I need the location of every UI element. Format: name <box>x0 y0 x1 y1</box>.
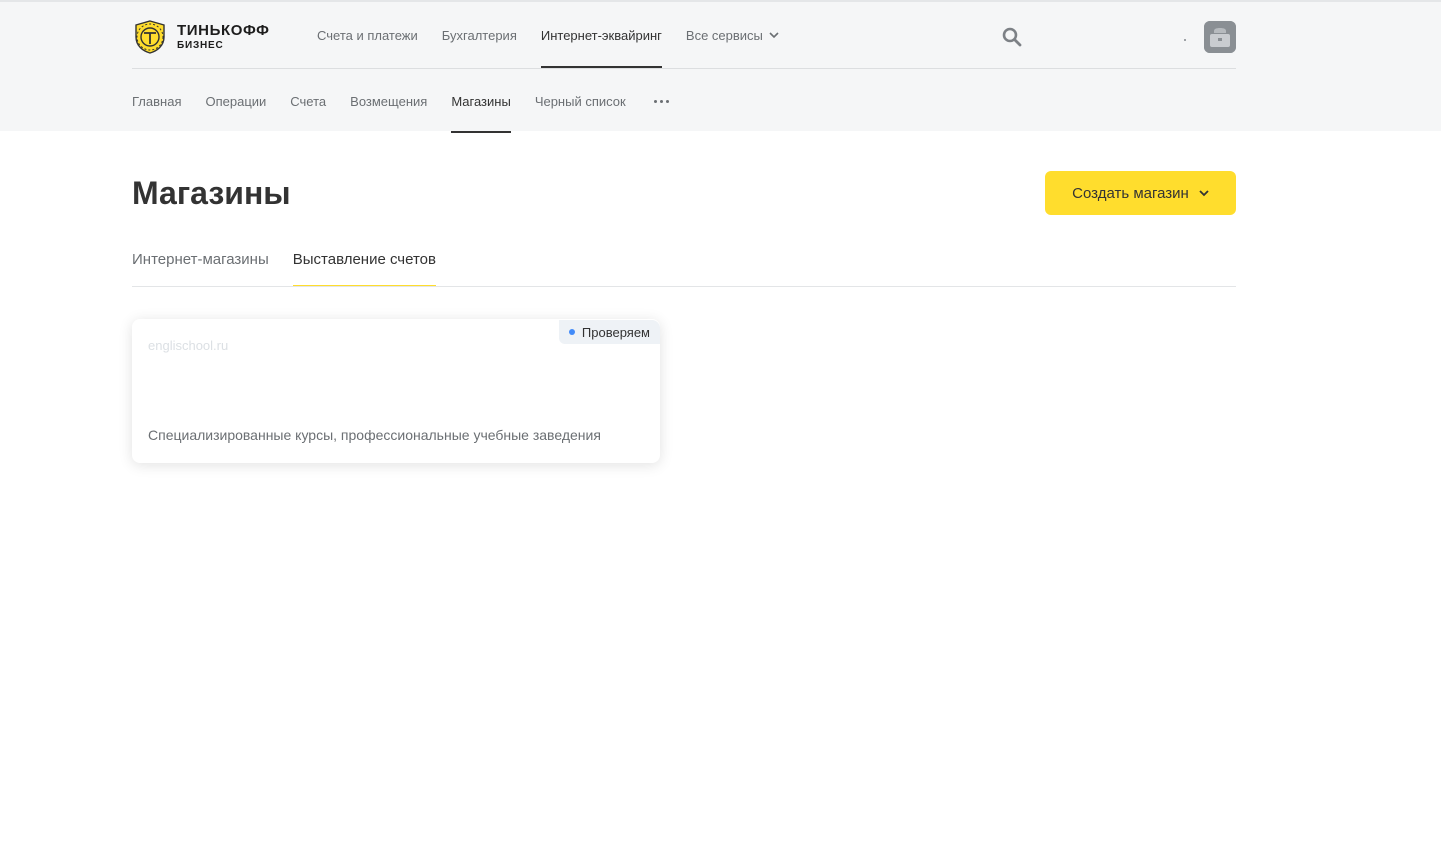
create-shop-button[interactable]: Создать магазин <box>1045 171 1236 215</box>
sub-navigation: Главная Операции Счета Возмещения Магази… <box>132 69 669 133</box>
topnav-item-accounting[interactable]: Бухгалтерия <box>442 2 517 68</box>
tabs-divider <box>132 286 1236 287</box>
chevron-down-icon <box>1199 189 1209 196</box>
subnav-item-shops[interactable]: Магазины <box>451 69 511 133</box>
tab-internet-shops[interactable]: Интернет-магазины <box>132 234 269 287</box>
tab-invoicing[interactable]: Выставление счетов <box>292 234 437 287</box>
status-badge: Проверяем <box>558 320 660 344</box>
more-dots-icon[interactable] <box>653 69 669 133</box>
subnav-item-refunds[interactable]: Возмещения <box>350 69 427 133</box>
subnav-item-accounts[interactable]: Счета <box>290 69 326 133</box>
search-icon[interactable] <box>1002 27 1022 47</box>
logo-emblem-icon <box>135 20 165 54</box>
subnav-item-blacklist[interactable]: Черный список <box>535 69 626 133</box>
brand-logo[interactable]: ТИНЬКОФФ БИЗНЕС <box>132 19 270 55</box>
status-dot <box>568 329 575 335</box>
create-shop-label: Создать магазин <box>1072 184 1189 202</box>
brand-sub: БИЗНЕС <box>177 40 224 51</box>
all-services-label: Все сервисы <box>685 27 763 43</box>
shop-url: englischool.ru <box>148 338 229 353</box>
top-navigation: Счета и платежи Бухгалтерия Интернет-экв… <box>317 2 803 68</box>
status-label: Проверяем <box>581 324 650 340</box>
subnav-item-operations[interactable]: Операции <box>205 69 266 133</box>
topnav-item-accounts[interactable]: Счета и платежи <box>317 2 418 68</box>
chevron-down-icon <box>769 31 779 38</box>
subnav-item-main[interactable]: Главная <box>132 69 181 133</box>
avatar-icon <box>1204 21 1236 53</box>
topnav-item-acquiring[interactable]: Интернет-эквайринг <box>540 2 662 68</box>
shop-tabs: Интернет-магазины Выставление счетов <box>132 234 460 287</box>
avatar[interactable] <box>1204 21 1236 53</box>
topnav-item-all-services[interactable]: Все сервисы <box>686 2 779 68</box>
shop-card[interactable]: englischool.ru Проверяем Специализирован… <box>132 319 660 463</box>
top-header: ТИНЬКОФФ БИЗНЕС Счета и платежи Бухгалте… <box>0 0 1441 133</box>
brand-name: ТИНЬКОФФ <box>177 22 270 39</box>
shop-description: Специализированные курсы, профессиональн… <box>148 427 601 443</box>
separator-dot <box>1184 39 1186 41</box>
page-title: Магазины <box>132 175 291 211</box>
